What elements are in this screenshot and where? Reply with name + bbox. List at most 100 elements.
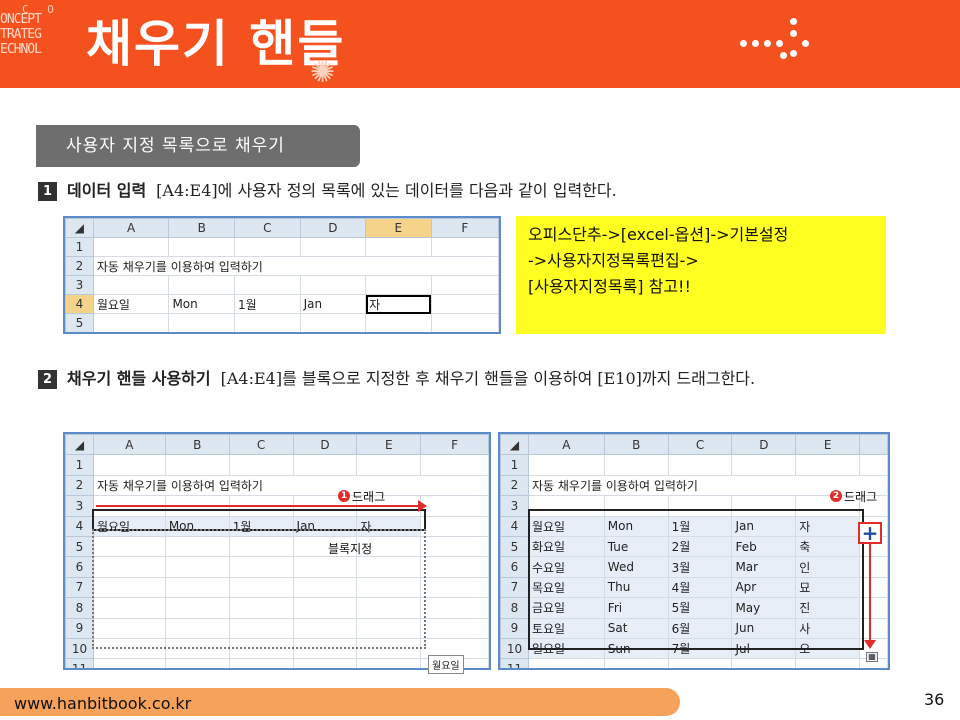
column-header[interactable]: E bbox=[356, 434, 422, 456]
row-header[interactable]: 2 bbox=[500, 474, 529, 497]
cell[interactable]: Mon bbox=[168, 294, 236, 314]
cell[interactable]: 오 bbox=[795, 637, 861, 660]
column-header[interactable]: D bbox=[299, 218, 367, 238]
row-header[interactable]: 2 bbox=[65, 474, 94, 497]
cell[interactable]: May bbox=[731, 597, 797, 619]
cell[interactable]: 6월 bbox=[667, 617, 733, 639]
column-header[interactable]: C bbox=[667, 434, 733, 456]
cell[interactable]: 1월 bbox=[234, 294, 301, 314]
row-header[interactable]: 10 bbox=[65, 637, 94, 660]
column-header[interactable] bbox=[859, 434, 888, 456]
cell[interactable]: 토요일 bbox=[527, 617, 605, 639]
row-header[interactable]: 3 bbox=[65, 495, 94, 517]
cell[interactable]: Jan bbox=[731, 515, 797, 537]
row-header[interactable]: 3 bbox=[65, 275, 94, 295]
cell[interactable]: 일요일 bbox=[527, 637, 605, 660]
select-all-corner[interactable]: ◢ bbox=[65, 434, 94, 456]
cell[interactable]: Wed bbox=[603, 556, 669, 578]
column-header[interactable]: A bbox=[92, 218, 170, 238]
cell[interactable]: Tue bbox=[603, 535, 669, 558]
row-header[interactable]: 7 bbox=[500, 576, 529, 599]
cell[interactable]: 묘 bbox=[795, 576, 861, 599]
cell[interactable] bbox=[299, 237, 367, 257]
cell[interactable] bbox=[430, 313, 499, 332]
cell[interactable] bbox=[92, 275, 170, 295]
column-header[interactable]: B bbox=[168, 218, 236, 238]
row-header[interactable]: 8 bbox=[65, 597, 94, 619]
cell[interactable]: 2월 bbox=[667, 535, 733, 558]
row-header[interactable]: 5 bbox=[65, 535, 94, 558]
cell[interactable]: 4월 bbox=[667, 576, 733, 599]
cell[interactable]: 목요일 bbox=[527, 576, 605, 599]
column-header[interactable]: B bbox=[603, 434, 669, 456]
select-all-corner[interactable]: ◢ bbox=[500, 434, 529, 456]
cell[interactable]: Mon bbox=[164, 515, 230, 537]
row-header[interactable]: 4 bbox=[500, 515, 529, 537]
cell[interactable]: Mar bbox=[731, 556, 797, 578]
cell[interactable]: 월요일 bbox=[92, 515, 166, 537]
cell[interactable] bbox=[430, 237, 499, 257]
row-header[interactable]: 1 bbox=[500, 454, 529, 476]
cell[interactable]: 3월 bbox=[667, 556, 733, 578]
row-header[interactable]: 3 bbox=[500, 495, 529, 517]
cell[interactable] bbox=[92, 237, 170, 257]
column-header[interactable]: D bbox=[292, 434, 358, 456]
row-header[interactable]: 9 bbox=[65, 617, 94, 639]
cell[interactable] bbox=[168, 313, 236, 332]
cell[interactable]: 축 bbox=[795, 535, 861, 558]
row-header[interactable]: 2 bbox=[65, 256, 94, 276]
row-header[interactable]: 7 bbox=[65, 576, 94, 599]
cell[interactable]: Jul bbox=[731, 637, 797, 660]
cell[interactable]: 1월 bbox=[667, 515, 733, 537]
cell[interactable]: 인 bbox=[795, 556, 861, 578]
cell[interactable]: 사 bbox=[795, 617, 861, 639]
cell[interactable]: 수요일 bbox=[527, 556, 605, 578]
cell[interactable] bbox=[234, 313, 301, 332]
cell[interactable] bbox=[365, 237, 432, 257]
select-all-corner[interactable]: ◢ bbox=[65, 218, 94, 238]
row-header[interactable]: 6 bbox=[65, 556, 94, 578]
cell[interactable] bbox=[365, 275, 432, 295]
row-header[interactable]: 4 bbox=[65, 294, 94, 314]
column-header[interactable]: E bbox=[795, 434, 861, 456]
cell[interactable]: Mon bbox=[603, 515, 669, 537]
column-header[interactable]: A bbox=[527, 434, 605, 456]
cell[interactable]: 7월 bbox=[667, 637, 733, 660]
row-header[interactable]: 5 bbox=[65, 313, 94, 332]
row-header[interactable]: 5 bbox=[500, 535, 529, 558]
row-header[interactable]: 6 bbox=[500, 556, 529, 578]
cell[interactable]: 진 bbox=[795, 597, 861, 619]
footer-url[interactable]: www.hanbitbook.co.kr bbox=[14, 694, 191, 713]
cell[interactable]: Jun bbox=[731, 617, 797, 639]
cell[interactable]: 자 bbox=[356, 515, 422, 537]
column-header[interactable]: F bbox=[420, 434, 489, 456]
cell[interactable]: Feb bbox=[731, 535, 797, 558]
active-cell-e4[interactable]: 자 bbox=[365, 294, 432, 314]
cell[interactable]: 월요일 bbox=[92, 294, 170, 314]
column-header[interactable]: B bbox=[164, 434, 230, 456]
row-header[interactable]: 8 bbox=[500, 597, 529, 619]
column-header[interactable]: F bbox=[430, 218, 499, 238]
cell[interactable] bbox=[168, 237, 236, 257]
cell[interactable]: 금요일 bbox=[527, 597, 605, 619]
cell[interactable] bbox=[299, 313, 367, 332]
cell[interactable] bbox=[430, 294, 499, 314]
cell[interactable]: Fri bbox=[603, 597, 669, 619]
row-header[interactable]: 1 bbox=[65, 454, 94, 476]
fill-handle-cursor-icon[interactable]: + bbox=[858, 522, 882, 544]
cell[interactable]: Jan bbox=[299, 294, 367, 314]
cell[interactable] bbox=[168, 275, 236, 295]
row-header[interactable]: 4 bbox=[65, 515, 94, 537]
cell[interactable] bbox=[234, 275, 301, 295]
cell[interactable]: Sat bbox=[603, 617, 669, 639]
cell-a2[interactable]: 자동 채우기를 이용하여 입력하기 bbox=[92, 256, 499, 276]
cell[interactable] bbox=[299, 275, 367, 295]
cell[interactable] bbox=[234, 237, 301, 257]
cell[interactable]: 1월 bbox=[228, 515, 294, 537]
column-header[interactable]: C bbox=[234, 218, 301, 238]
column-header[interactable]: A bbox=[92, 434, 166, 456]
cell[interactable] bbox=[92, 313, 170, 332]
cell[interactable]: 자 bbox=[795, 515, 861, 537]
row-header[interactable]: 11 bbox=[500, 658, 529, 668]
row-header[interactable]: 1 bbox=[65, 237, 94, 257]
